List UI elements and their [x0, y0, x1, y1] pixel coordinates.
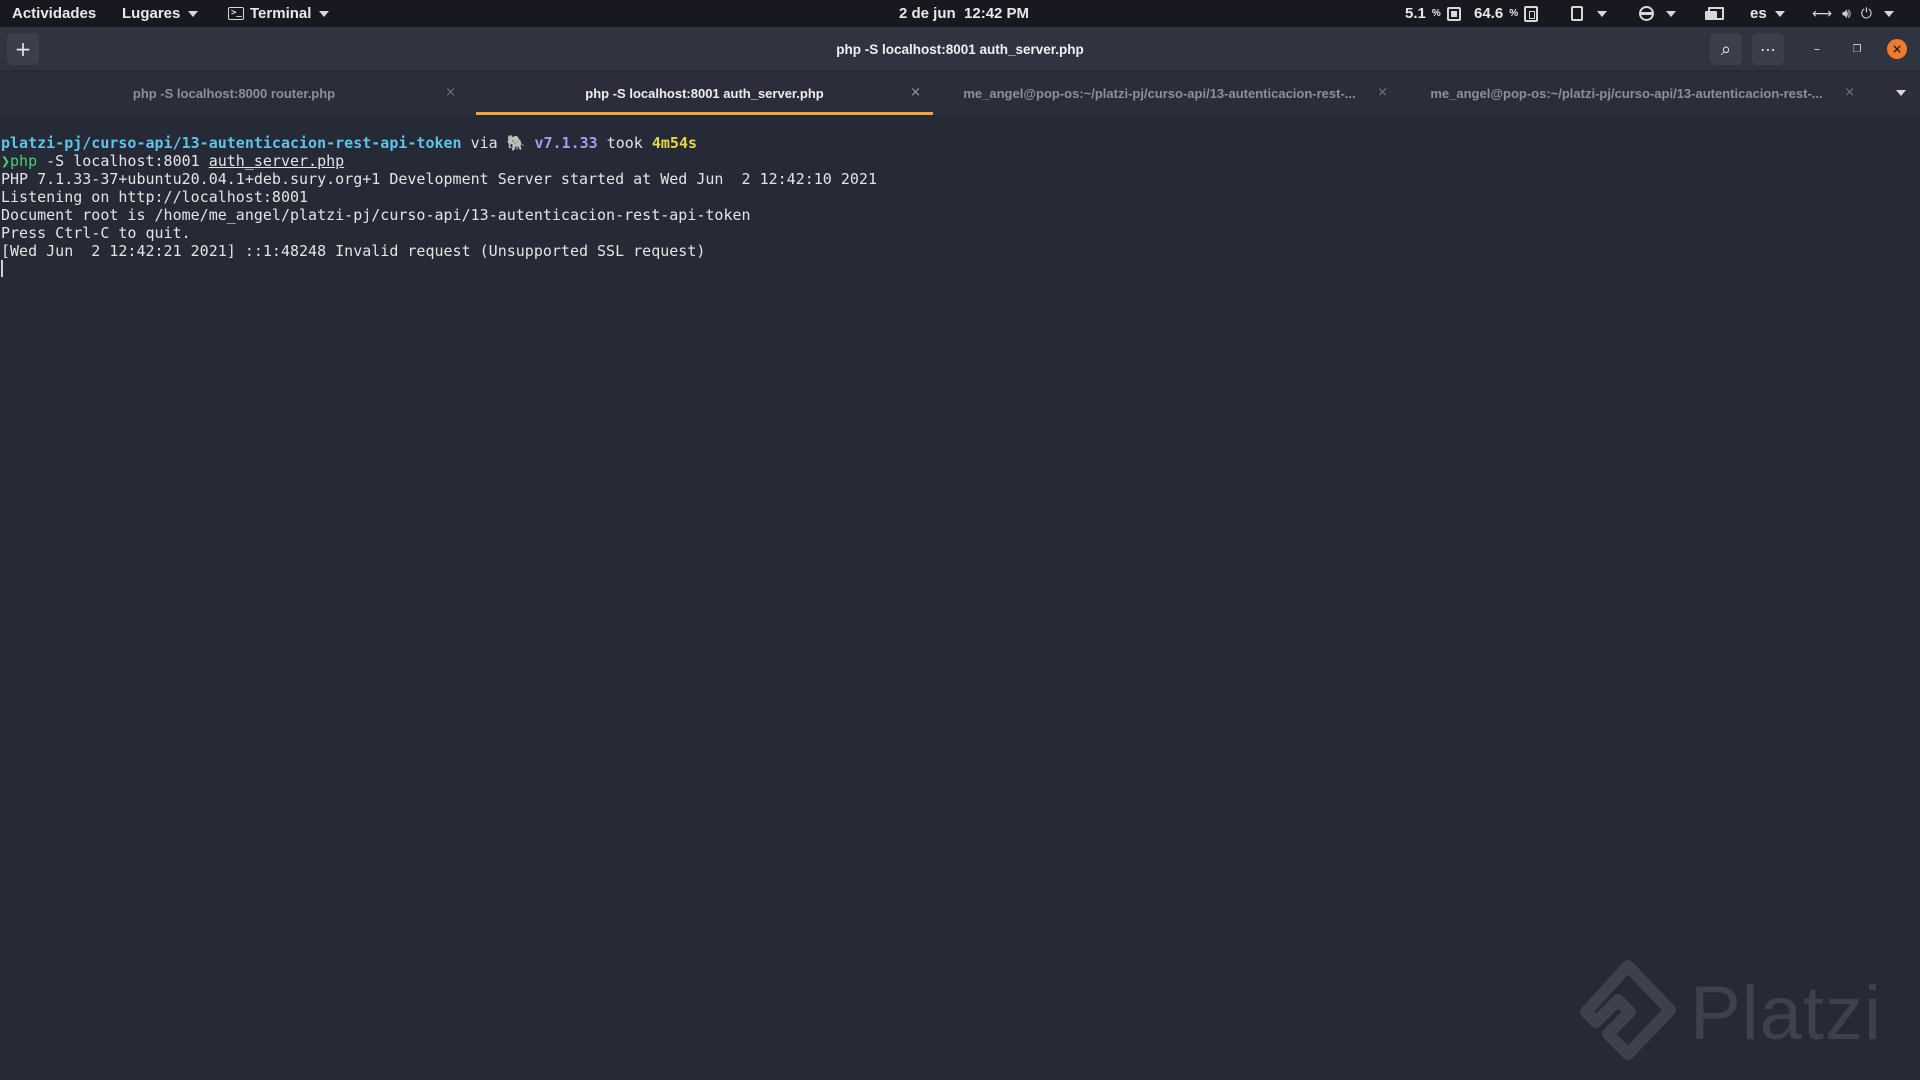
tab-shell-1[interactable]: me_angel@pop-os:~/platzi-pj/curso-api/13… [933, 72, 1400, 115]
cpu-unit: % [1431, 8, 1441, 19]
output-line: Document root is /home/me_angel/platzi-p… [1, 206, 751, 224]
ram-indicator[interactable]: 64.6% [1474, 0, 1539, 27]
tab-label: php -S localhost:8000 router.php [132, 86, 336, 101]
search-icon: ⌕ [1720, 38, 1732, 60]
cursor-line [1, 260, 1920, 278]
cpu-icon [1446, 6, 1461, 21]
output-line: [Wed Jun 2 12:42:21 2021] ::1:48248 Inva… [1, 242, 706, 260]
tab-label: me_angel@pop-os:~/platzi-pj/curso-api/13… [963, 86, 1356, 101]
workspaces-indicator[interactable] [1705, 0, 1724, 27]
window-title: php -S localhost:8001 auth_server.php [836, 41, 1084, 57]
platzi-watermark: Platzi [1578, 960, 1908, 1070]
gnome-top-bar: Actividades Lugares >_ Terminal 2 de jun… [0, 0, 1920, 27]
prompt-via: via [461, 134, 507, 152]
php-elephant-icon: 🐘 [506, 134, 526, 152]
more-icon: ⋯ [1760, 39, 1776, 59]
tab-router[interactable]: php -S localhost:8000 router.php × [0, 72, 468, 115]
network-wired-icon: ⟷ [1812, 5, 1833, 22]
language-label: es [1750, 5, 1767, 22]
plus-icon: + [14, 37, 32, 61]
places-label: Lugares [122, 5, 181, 22]
places-menu[interactable]: Lugares [122, 0, 199, 27]
minimize-button[interactable]: – [1807, 39, 1827, 59]
chevron-down-icon [1774, 10, 1785, 17]
app-menu-label: Terminal [250, 5, 312, 22]
menu-button[interactable]: ⋯ [1752, 33, 1784, 65]
output-line: PHP 7.1.33-37+ubuntu20.04.1+deb.sury.org… [1, 170, 877, 188]
prompt-took: took [597, 134, 652, 152]
close-icon: × [1891, 42, 1903, 56]
terminal-icon: >_ [228, 7, 244, 20]
system-menu[interactable]: ⟷ 🔊︎ ⏻ [1812, 0, 1894, 27]
chevron-down-icon [1883, 10, 1894, 17]
tab-overflow-icon[interactable] [1896, 90, 1906, 96]
power-icon: ⏻ [1860, 5, 1872, 22]
app-menu-terminal[interactable]: >_ Terminal [228, 0, 330, 27]
new-tab-button[interactable]: + [7, 33, 39, 65]
platzi-logo-icon [1580, 960, 1676, 1060]
terminal-output[interactable]: platzi-pj/curso-api/13-autenticacion-res… [0, 115, 1920, 1080]
tab-label: me_angel@pop-os:~/platzi-pj/curso-api/13… [1430, 86, 1823, 101]
chevron-down-icon [1666, 10, 1676, 17]
maximize-button[interactable]: ❐ [1847, 39, 1867, 59]
chevron-down-icon [319, 10, 330, 17]
clock-label: 2 de jun 12:42 PM [899, 5, 1030, 22]
ram-unit: % [1509, 8, 1519, 19]
globe-icon [1639, 6, 1654, 21]
clock[interactable]: 2 de jun 12:42 PM [899, 0, 1029, 27]
ram-value: 64.6 [1474, 5, 1504, 22]
terminal-headerbar: + php -S localhost:8001 auth_server.php … [0, 27, 1920, 71]
cpu-indicator[interactable]: 5.1% [1405, 0, 1461, 27]
activities-button[interactable]: Actividades [12, 0, 96, 27]
output-line: Listening on http://localhost:8001 [1, 188, 309, 206]
prompt-path: platzi-pj/curso-api/13-autenticacion-res… [1, 134, 462, 152]
command-args: -S localhost:8001 [37, 152, 209, 170]
prompt-info-line: platzi-pj/curso-api/13-autenticacion-res… [1, 134, 1920, 152]
chevron-down-icon [1597, 10, 1607, 17]
tab-bar: php -S localhost:8000 router.php × php -… [0, 72, 1920, 115]
network-indicator[interactable] [1639, 0, 1676, 27]
memory-icon [1524, 5, 1539, 22]
watermark-text: Platzi [1690, 971, 1882, 1056]
search-button[interactable]: ⌕ [1710, 33, 1742, 65]
language-indicator[interactable]: es [1750, 0, 1785, 27]
tab-label: php -S localhost:8001 auth_server.php [585, 86, 824, 101]
close-icon[interactable]: × [910, 85, 921, 100]
clipboard-icon [1571, 6, 1583, 21]
tab-shell-2[interactable]: me_angel@pop-os:~/platzi-pj/curso-api/13… [1400, 72, 1867, 115]
command-name: php [10, 152, 38, 170]
command-line: ❯php -S localhost:8001 auth_server.php [1, 152, 1920, 170]
php-version: v7.1.33 [534, 134, 598, 152]
prompt-char: ❯ [1, 152, 11, 170]
text-cursor [1, 260, 3, 277]
tab-auth-server[interactable]: php -S localhost:8001 auth_server.php × [476, 72, 933, 115]
minimize-icon: – [1814, 42, 1820, 56]
command-file: auth_server.php [208, 152, 345, 170]
maximize-icon: ❐ [1852, 43, 1862, 55]
close-icon[interactable]: × [445, 85, 456, 100]
command-duration: 4m54s [651, 134, 698, 152]
windows-icon [1705, 6, 1724, 21]
close-button[interactable]: × [1887, 39, 1907, 59]
activities-label: Actividades [12, 5, 97, 22]
volume-icon: 🔊︎ [1842, 5, 1851, 22]
chevron-down-icon [188, 10, 199, 17]
close-icon[interactable]: × [1844, 85, 1855, 100]
cpu-value: 5.1 [1405, 5, 1426, 22]
output-line: Press Ctrl-C to quit. [1, 224, 191, 242]
clipboard-indicator[interactable] [1571, 0, 1607, 27]
close-icon[interactable]: × [1377, 85, 1388, 100]
